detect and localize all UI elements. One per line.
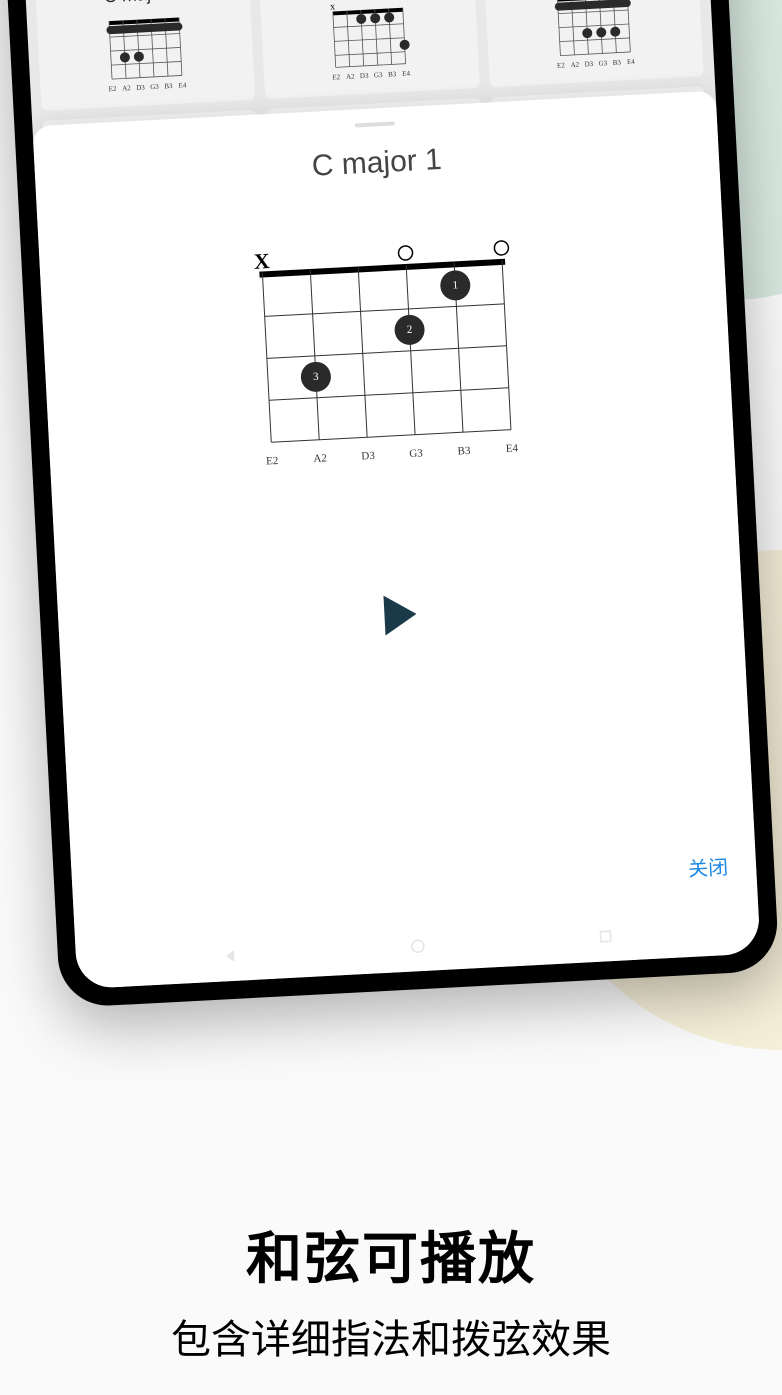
marketing-subtitle: 包含详细指法和拨弦效果 [0, 1307, 782, 1365]
svg-text:B3: B3 [457, 445, 471, 458]
phone-screen: E2 A2 D3 G3 B3 E4 [19, 0, 760, 989]
play-button[interactable] [383, 594, 417, 636]
svg-text:E2: E2 [266, 455, 279, 468]
nav-back-icon[interactable] [222, 948, 239, 965]
close-button[interactable]: 关闭 [687, 851, 728, 882]
svg-text:B3: B3 [164, 82, 173, 90]
mini-chord-diagram: E2 A2 D3 G3 B3 E4 [542, 0, 646, 72]
sheet-title: C major 1 [54, 130, 699, 198]
svg-text:A2: A2 [313, 452, 327, 465]
svg-text:A2: A2 [122, 84, 131, 92]
mini-chord-diagram: E2 A2 D3 G3 B3 E4 [94, 11, 198, 96]
svg-text:A2: A2 [346, 72, 355, 80]
svg-text:3: 3 [313, 371, 320, 383]
svg-text:E2: E2 [557, 61, 566, 69]
svg-text:B3: B3 [612, 58, 621, 66]
chord-card-cminor1[interactable]: C minor 1 x [259, 0, 480, 99]
big-chord-diagram: X [221, 232, 554, 503]
chord-card-cmajor4[interactable]: C major 4 [35, 0, 256, 111]
svg-text:E4: E4 [179, 81, 188, 89]
svg-text:D3: D3 [584, 60, 593, 68]
phone-frame: E2 A2 D3 G3 B3 E4 [0, 0, 779, 1008]
android-nav-bar [75, 903, 761, 989]
svg-text:D3: D3 [361, 450, 376, 463]
svg-text:G3: G3 [409, 447, 424, 460]
svg-text:2: 2 [407, 324, 413, 336]
nav-recent-icon[interactable] [597, 928, 614, 945]
chord-detail-sheet: C major 1 X [32, 91, 760, 990]
svg-text:G3: G3 [598, 59, 607, 67]
svg-text:G3: G3 [374, 71, 383, 79]
svg-text:A2: A2 [570, 61, 579, 69]
svg-text:E2: E2 [333, 73, 342, 81]
chord-title: C major 4 [103, 0, 182, 7]
marketing-text: 和弦可播放 包含详细指法和拨弦效果 [0, 1214, 782, 1365]
svg-text:E4: E4 [403, 69, 412, 77]
svg-text:E4: E4 [506, 442, 519, 455]
svg-text:G3: G3 [150, 83, 159, 91]
svg-text:X: X [253, 248, 270, 274]
svg-text:D3: D3 [360, 72, 369, 80]
nav-home-icon[interactable] [409, 938, 426, 955]
big-chord-wrap: X [59, 223, 715, 511]
chord-card-cminor2[interactable]: C minor 2 [483, 0, 704, 87]
marketing-title: 和弦可播放 [0, 1214, 782, 1295]
play-wrap [78, 578, 723, 652]
svg-text:1: 1 [452, 279, 458, 291]
svg-text:E2: E2 [109, 85, 118, 93]
sheet-handle[interactable] [355, 121, 395, 127]
mini-chord-diagram: x [318, 0, 422, 84]
svg-text:x: x [330, 1, 336, 12]
svg-text:B3: B3 [388, 70, 397, 78]
svg-text:D3: D3 [136, 83, 145, 91]
svg-text:E4: E4 [626, 58, 635, 66]
